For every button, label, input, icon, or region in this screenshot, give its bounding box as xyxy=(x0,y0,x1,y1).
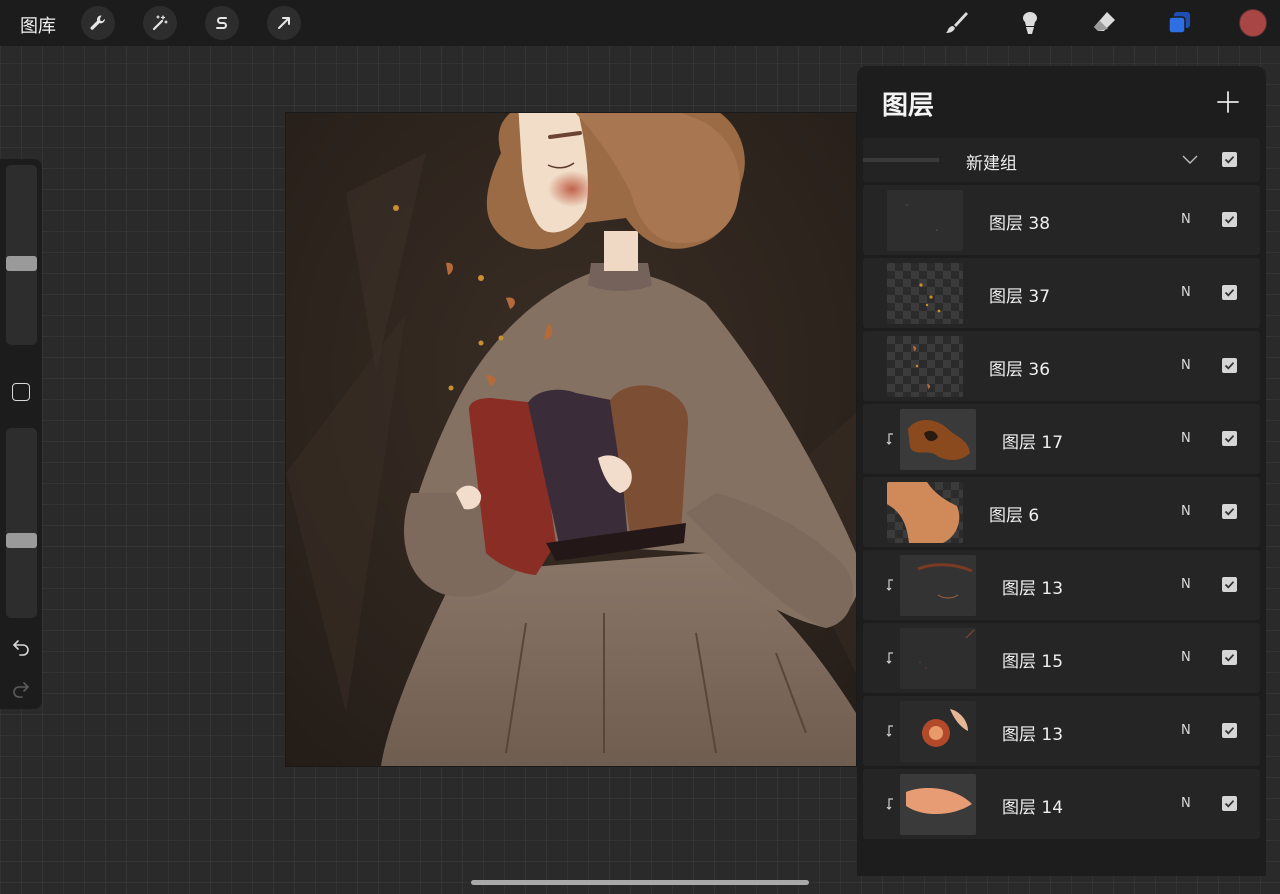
selection-button[interactable] xyxy=(205,6,239,40)
brush-size-thumb[interactable] xyxy=(6,256,37,271)
opacity-slider[interactable] xyxy=(6,428,37,618)
illustration-girl-with-book xyxy=(286,113,856,766)
artwork-canvas[interactable] xyxy=(286,113,856,766)
move-arrow-icon xyxy=(278,17,290,29)
layer-thumbnail xyxy=(887,263,963,324)
redo-icon[interactable] xyxy=(11,678,31,698)
layer-thumbnail xyxy=(887,336,963,397)
chevron-down-icon[interactable] xyxy=(1181,152,1199,166)
blend-mode-button[interactable]: N xyxy=(1181,796,1191,811)
eraser-icon xyxy=(1094,12,1115,31)
actions-button[interactable] xyxy=(81,6,115,40)
layer-visibility-checkbox[interactable] xyxy=(1222,504,1237,519)
left-sidebar xyxy=(0,159,42,709)
layers-panel: 图层 新建组 图层 38 N 图层 37 N 图层 36 N 图层 17 N 图层 6 N 图层 1… xyxy=(857,66,1266,876)
layer-row[interactable]: 图层 15 N xyxy=(863,623,1260,693)
layer-visibility-checkbox[interactable] xyxy=(1222,723,1237,738)
clipping-mask-icon xyxy=(886,652,893,664)
gallery-button[interactable]: 图库 xyxy=(20,12,56,38)
blend-mode-button[interactable]: N xyxy=(1181,358,1191,373)
clipping-mask-icon xyxy=(886,433,893,445)
clipping-mask-icon xyxy=(886,798,893,810)
layer-row[interactable]: 图层 17 N xyxy=(863,404,1260,474)
wrench-icon xyxy=(90,15,105,30)
layers-button[interactable] xyxy=(1164,8,1194,38)
blend-mode-button[interactable]: N xyxy=(1181,723,1191,738)
group-indicator-bar xyxy=(863,158,939,162)
group-name: 新建组 xyxy=(966,154,1017,174)
layer-name: 图层 13 xyxy=(1002,579,1064,599)
layer-thumbnail xyxy=(900,628,976,689)
layer-thumbnail xyxy=(900,409,976,470)
layer-thumbnail xyxy=(900,774,976,835)
clipping-mask-icon xyxy=(886,579,893,591)
layer-group-row[interactable]: 新建组 xyxy=(863,138,1260,182)
layer-name: 图层 17 xyxy=(1002,433,1064,453)
layer-visibility-checkbox[interactable] xyxy=(1222,212,1237,227)
layer-thumbnail xyxy=(887,190,963,251)
layers-panel-title: 图层 xyxy=(882,91,935,121)
blend-mode-button[interactable]: N xyxy=(1181,212,1191,227)
magic-wand-icon xyxy=(152,15,168,31)
checkmark-icon xyxy=(1224,654,1235,662)
checkmark-icon xyxy=(1224,727,1235,735)
layer-visibility-checkbox[interactable] xyxy=(1222,650,1237,665)
blend-mode-button[interactable]: N xyxy=(1181,577,1191,592)
top-toolbar: 图库 xyxy=(0,0,1280,46)
undo-icon[interactable] xyxy=(11,636,31,656)
layer-visibility-checkbox[interactable] xyxy=(1222,796,1237,811)
layer-row[interactable]: 图层 6 N xyxy=(863,477,1260,547)
layer-visibility-checkbox[interactable] xyxy=(1222,577,1237,592)
blend-mode-button[interactable]: N xyxy=(1181,431,1191,446)
layer-name: 图层 38 xyxy=(989,214,1051,234)
group-visibility-checkbox[interactable] xyxy=(1222,152,1237,167)
layer-thumbnail xyxy=(900,555,976,616)
blend-mode-button[interactable]: N xyxy=(1181,504,1191,519)
layer-row[interactable]: 图层 38 N xyxy=(863,185,1260,255)
eraser-button[interactable] xyxy=(1089,8,1119,38)
checkmark-icon xyxy=(1224,216,1235,224)
brush-button[interactable] xyxy=(941,8,971,38)
selection-s-icon xyxy=(216,17,227,29)
layer-thumbnail xyxy=(887,482,963,543)
checkmark-icon xyxy=(1224,581,1235,589)
layer-row[interactable]: 图层 14 N xyxy=(863,769,1260,839)
layer-name: 图层 14 xyxy=(1002,798,1064,818)
home-indicator[interactable] xyxy=(471,880,809,885)
layer-row[interactable]: 图层 37 N xyxy=(863,258,1260,328)
layer-visibility-checkbox[interactable] xyxy=(1222,285,1237,300)
adjustments-button[interactable] xyxy=(143,6,177,40)
checkmark-icon xyxy=(1224,800,1235,808)
layer-row[interactable]: 图层 13 N xyxy=(863,550,1260,620)
blend-mode-button[interactable]: N xyxy=(1181,285,1191,300)
layer-name: 图层 13 xyxy=(1002,725,1064,745)
opacity-thumb[interactable] xyxy=(6,533,37,548)
brush-icon xyxy=(946,12,968,33)
brush-size-slider[interactable] xyxy=(6,165,37,345)
layer-name: 图层 6 xyxy=(989,506,1040,526)
plus-icon[interactable] xyxy=(1216,90,1240,114)
color-picker-swatch[interactable] xyxy=(1239,9,1267,37)
layer-visibility-checkbox[interactable] xyxy=(1222,431,1237,446)
checkmark-icon xyxy=(1224,156,1235,164)
checkmark-icon xyxy=(1224,289,1235,297)
checkmark-icon xyxy=(1224,362,1235,370)
checkmark-icon xyxy=(1224,508,1235,516)
clipping-mask-icon xyxy=(886,725,893,737)
blend-mode-button[interactable]: N xyxy=(1181,650,1191,665)
layer-name: 图层 37 xyxy=(989,287,1051,307)
layer-thumbnail xyxy=(900,701,976,762)
layer-visibility-checkbox[interactable] xyxy=(1222,358,1237,373)
transform-button[interactable] xyxy=(267,6,301,40)
canvas-workspace[interactable]: 图库 图层 新建组 图层 38 N 图层 37 N 图层 36 N 图层 17 … xyxy=(0,0,1280,894)
layer-row[interactable]: 图层 13 N xyxy=(863,696,1260,766)
layers-icon xyxy=(1168,12,1190,34)
checkmark-icon xyxy=(1224,435,1235,443)
layer-row[interactable]: 图层 36 N xyxy=(863,331,1260,401)
layer-name: 图层 15 xyxy=(1002,652,1064,672)
smudge-icon xyxy=(1023,12,1037,34)
smudge-button[interactable] xyxy=(1015,8,1045,38)
layer-name: 图层 36 xyxy=(989,360,1051,380)
modify-button[interactable] xyxy=(12,383,30,401)
